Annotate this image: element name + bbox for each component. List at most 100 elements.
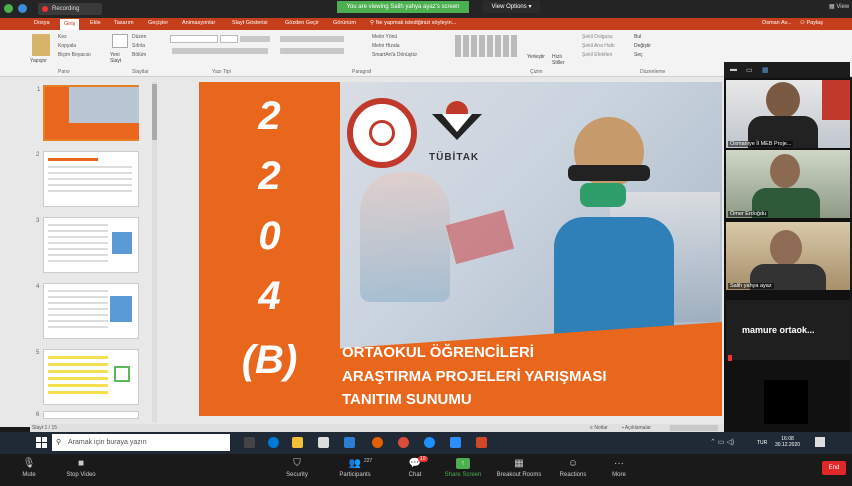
more-button[interactable]: ··· More (594, 456, 644, 484)
reactions-button[interactable]: ☺ Reactions (548, 456, 598, 484)
program-code: (B) (241, 338, 298, 382)
shapes-gallery[interactable] (455, 35, 517, 57)
task-view-icon[interactable] (244, 437, 255, 448)
slide-thumbnail[interactable]: 4 (36, 283, 139, 339)
gallery-view-icon[interactable]: ▦ (762, 66, 769, 74)
security-button[interactable]: ⛉ Security (272, 456, 322, 484)
tab-insert[interactable]: Ekle (90, 20, 101, 26)
paragraph-list-toolbar[interactable] (280, 36, 344, 42)
text-direction-button[interactable]: Metin Yönü (372, 34, 397, 40)
view-button[interactable]: ▦ View (829, 3, 849, 10)
edge-icon[interactable] (268, 437, 279, 448)
speaker-view-icon[interactable]: ▭ (746, 66, 753, 74)
shield-icon[interactable] (4, 4, 13, 13)
chat-unread-badge: 10 (418, 456, 428, 462)
find-button[interactable]: Bul (634, 34, 641, 40)
firefox-icon[interactable] (372, 437, 383, 448)
slide-thumbnail[interactable]: 3 (36, 217, 139, 273)
tab-slideshow[interactable]: Slayt Gösterisi (232, 20, 267, 26)
thumb-image (112, 232, 132, 254)
layout-button[interactable]: Düzen (132, 34, 146, 40)
powerpoint-icon[interactable] (476, 437, 487, 448)
shape-outline-button[interactable]: Şekil Ana Hattı (582, 43, 615, 49)
notification-icon[interactable] (815, 437, 825, 447)
notes-button[interactable]: ≡ Notlar (590, 424, 608, 432)
stop-video-button[interactable]: ■ Stop Video (56, 456, 106, 484)
store-icon[interactable] (318, 437, 329, 448)
paragraph-align-toolbar[interactable] (280, 48, 344, 54)
taskbar-clock[interactable]: 16:08 30.12.2020 (775, 436, 800, 448)
participants-button[interactable]: 👥 Participants (330, 456, 380, 484)
system-tray-icons[interactable]: ⌃ ▭ ◁) (710, 438, 734, 446)
new-slide-button[interactable]: Yeni Slayt (110, 52, 130, 64)
tab-file[interactable]: Dosya (34, 20, 50, 26)
new-slide-icon[interactable] (112, 34, 128, 48)
slide-thumbnail[interactable]: 6 (36, 411, 139, 419)
tab-review[interactable]: Gözden Geçir (285, 20, 319, 26)
shape-effects-button[interactable]: Şekil Efektleri (582, 52, 612, 58)
tab-design[interactable]: Tasarım (114, 20, 134, 26)
font-size-select[interactable] (220, 35, 238, 43)
end-meeting-button[interactable]: End (822, 461, 846, 475)
participant-video-off[interactable] (764, 380, 808, 424)
select-button[interactable]: Seç (634, 52, 643, 58)
tab-transitions[interactable]: Geçişler (148, 20, 168, 26)
taskbar-search-input[interactable]: ⚲ Aramak için buraya yazın (52, 434, 230, 451)
language-indicator[interactable]: TUR (757, 440, 767, 446)
participant-head (770, 230, 802, 266)
mute-button[interactable]: 🎙 Mute (4, 456, 54, 484)
paste-button[interactable]: Yapıştır (30, 58, 47, 64)
thumbnail-scrollbar[interactable] (152, 82, 157, 422)
paste-icon[interactable] (32, 34, 50, 56)
shape-fill-button[interactable]: Şekil Dolgusu (582, 34, 613, 40)
tell-me-search[interactable]: ⚲ Ne yapmak istediğinizi söyleyin... (370, 20, 456, 26)
face-mask (580, 183, 626, 207)
quick-styles-button[interactable]: Hızlı Stiller (552, 54, 572, 66)
chat-button[interactable]: 💬 Chat (390, 456, 440, 484)
participant-video[interactable]: Osmaniye İl MEB Proje... (726, 80, 850, 148)
thumb-text (48, 356, 108, 396)
format-painter-button[interactable]: Biçim Boyacısı (58, 52, 91, 58)
share-button[interactable]: ⚇ Paylaş (800, 20, 823, 26)
zoom-app-icon[interactable] (450, 437, 461, 448)
scrollbar-thumb[interactable] (152, 84, 157, 140)
slide-thumbnail[interactable]: 2 (36, 151, 139, 207)
copy-button[interactable]: Kopyala (58, 43, 76, 49)
info-icon[interactable] (18, 4, 27, 13)
chrome-icon[interactable] (398, 437, 409, 448)
reset-button[interactable]: Sıfırla (132, 43, 145, 49)
seal-inner (369, 120, 395, 146)
ministry-seal-logo (347, 98, 417, 168)
participant-video[interactable]: Salih yahya ayaz (726, 222, 850, 290)
comments-button[interactable]: ▪ Açıklamalar (622, 424, 651, 432)
font-name-select[interactable] (170, 35, 218, 43)
cut-button[interactable]: Kes (58, 34, 67, 40)
section-button[interactable]: Bölüm (132, 52, 146, 58)
font-size-controls[interactable] (240, 36, 270, 42)
replace-button[interactable]: Değiştir (634, 43, 651, 49)
minimize-icon[interactable]: ▬ (730, 66, 737, 73)
slide-thumbnail[interactable]: 5 (36, 349, 139, 405)
boy-with-goggles (554, 117, 674, 347)
recording-indicator[interactable]: Recording (38, 3, 102, 15)
status-bar: Slayt 1 / 15 ≡ Notlar ▪ Açıklamalar (30, 424, 724, 432)
arrange-button[interactable]: Yerleştir (527, 54, 545, 60)
view-buttons[interactable] (670, 425, 718, 431)
internet-explorer-icon[interactable] (424, 437, 435, 448)
participant-video[interactable]: Ömer Erdoğdu (726, 150, 850, 218)
slide-thumbnail[interactable]: 1 (37, 85, 139, 141)
breakout-rooms-button[interactable]: ▦ Breakout Rooms (494, 456, 544, 484)
align-text-button[interactable]: Metni Hizala (372, 43, 400, 49)
mail-icon[interactable] (344, 437, 355, 448)
share-screen-icon: ↑ (456, 458, 470, 469)
view-options-button[interactable]: View Options ▾ (483, 1, 540, 13)
smartart-button[interactable]: SmartArt'a Dönüştür (372, 52, 417, 58)
share-screen-button[interactable]: ↑ Share Screen (438, 456, 488, 484)
font-format-toolbar[interactable] (172, 48, 268, 54)
tab-home[interactable]: Giriş (60, 19, 80, 30)
tab-animations[interactable]: Animasyonlar (182, 20, 215, 26)
slide-canvas[interactable]: 2 2 0 4 (B) TÜBİTAK ORTAOKUL ÖĞRENCİLERİ… (199, 82, 722, 416)
tab-view[interactable]: Görünüm (333, 20, 356, 26)
flag (822, 80, 850, 120)
file-explorer-icon[interactable] (292, 437, 303, 448)
